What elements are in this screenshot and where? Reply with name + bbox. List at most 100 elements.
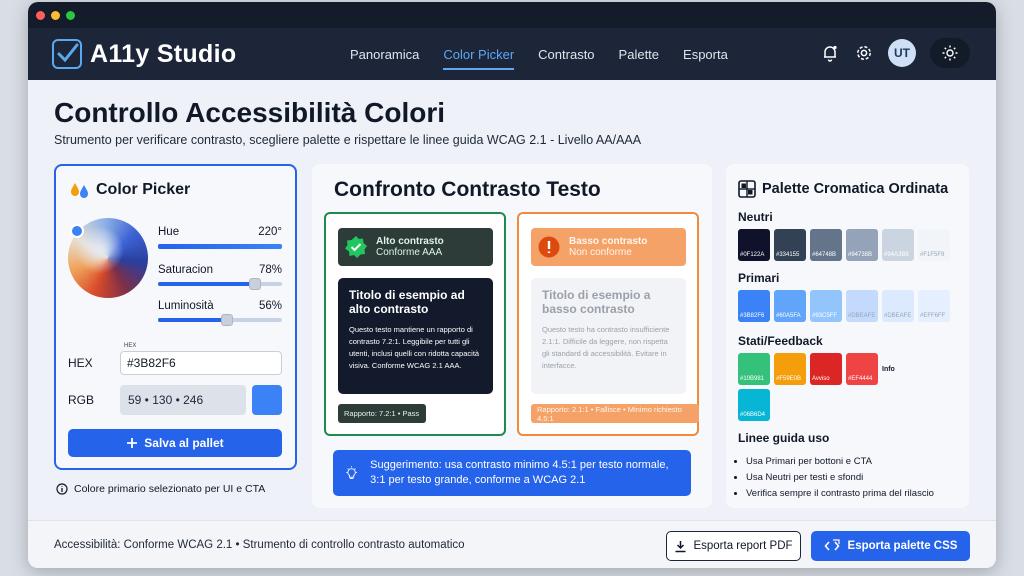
guide-item: Usa Neutri per testi e sfondi	[746, 470, 934, 486]
color-wheel-handle[interactable]	[70, 224, 84, 238]
primari-swatches: #3B82F6 #60A5FA #93C5FF #DBEAFE #DBEAFE #EFF6…	[738, 290, 950, 322]
swatch-hex-label: #64748B	[812, 252, 837, 258]
contrast-comparison-card: Confronto Contrasto Testo Alto contrasto…	[312, 164, 712, 508]
palette-card: Palette Cromatica Ordinata Neutri #0F122…	[726, 164, 969, 508]
hex-input[interactable]	[120, 351, 282, 375]
export-css-button[interactable]: Esporta palette CSS	[811, 531, 970, 561]
color-swatch[interactable]: #60A5FA	[774, 290, 806, 322]
swatch-hex-label: Avviso	[812, 376, 830, 382]
stati-swatches: #10B981 #F59E0B Avviso #EF4444 Info	[738, 353, 895, 385]
swatch-info-color[interactable]: #06B6D4	[738, 389, 770, 421]
color-swatch[interactable]: #64748B	[810, 229, 842, 261]
app-header: A11y Studio Panoramica Color Picker Cont…	[28, 28, 996, 80]
high-contrast-status-title: Alto contrasto	[376, 236, 444, 247]
high-contrast-sample-body: Questo testo mantiene un rapporto di con…	[349, 325, 480, 370]
color-swatch[interactable]: Avviso	[810, 353, 842, 385]
guides-list: Usa Primari per bottoni e CTA Usa Neutri…	[746, 454, 934, 502]
saturation-slider[interactable]: Saturacion 78%	[158, 264, 282, 290]
luminosity-label: Luminosità	[158, 300, 214, 312]
swatch-hex-label: #EF4444	[848, 376, 873, 382]
high-contrast-ratio: Rapporto: 7.2:1 • Pass	[338, 404, 426, 423]
swatch-info-hex: #06B6D4	[740, 412, 766, 418]
high-contrast-panel: Alto contrasto Conforme AAA Titolo di ese…	[324, 212, 506, 436]
saturation-track[interactable]	[158, 278, 282, 290]
saturation-label: Saturacion	[158, 264, 213, 276]
app-logo[interactable]: A11y Studio	[52, 39, 236, 69]
hue-track[interactable]	[158, 244, 282, 249]
contrast-tip: Suggerimento: usa contrasto minimo 4.5:1…	[333, 450, 691, 496]
stati-info-label: Info	[882, 365, 895, 373]
logo-check-icon	[52, 39, 82, 69]
low-contrast-sample-title: Titolo di esempio a basso contrasto	[542, 288, 651, 316]
swatch-hex-label: #93C5FF	[812, 313, 838, 319]
low-contrast-panel: Basso contrasto Non conforme Titolo di es…	[517, 212, 699, 436]
color-swatch[interactable]: #EFF6FF	[918, 290, 950, 322]
swatch-hex-label: #F59E0B	[776, 376, 802, 382]
swatch-hex-label: #60A5FA	[776, 313, 801, 319]
color-swatch[interactable]: #94738B	[846, 229, 878, 261]
color-swatch[interactable]: #F59E0B	[774, 353, 806, 385]
app-footer: Accessibilità: Conforme WCAG 2.1 • Strum…	[28, 520, 996, 568]
group-stati-label: Stati/Feedback	[738, 334, 823, 348]
page-title: Controllo Accessibilità Colori	[54, 97, 446, 128]
guide-item: Verifica sempre il contrasto prima del r…	[746, 486, 934, 502]
low-contrast-status-sub: Non conforme	[569, 247, 632, 258]
high-contrast-status-sub: Conforme AAA	[376, 247, 443, 258]
color-swatch[interactable]: #F1F5F9	[918, 229, 950, 261]
color-swatch[interactable]: #334155	[774, 229, 806, 261]
color-swatch[interactable]: #10B981	[738, 353, 770, 385]
color-swatch[interactable]: #EF4444	[846, 353, 878, 385]
theme-toggle-button[interactable]	[930, 38, 970, 68]
selected-color-swatch[interactable]	[252, 385, 282, 415]
plus-icon	[127, 438, 138, 448]
maximize-window-button[interactable]	[66, 10, 75, 20]
luminosity-slider[interactable]: Luminosità 56%	[158, 300, 282, 326]
main-nav: Panoramica Color Picker Contrasto Palett…	[350, 28, 728, 80]
user-avatar[interactable]: UT	[888, 39, 916, 67]
saturation-knob[interactable]	[248, 278, 261, 290]
notification-bell-icon[interactable]	[820, 43, 840, 63]
minimize-window-button[interactable]	[51, 10, 60, 20]
color-swatch[interactable]: #94A3B8	[882, 229, 914, 261]
color-swatch[interactable]: #DBEAFE	[882, 290, 914, 322]
save-to-palette-button[interactable]: Salva al pallet	[68, 429, 282, 457]
saturation-value: 78%	[258, 264, 282, 276]
swatch-hex-label: #F1F5F9	[920, 252, 945, 258]
swatch-hex-label: #EFF6FF	[920, 313, 946, 319]
hue-slider[interactable]: Hue 220°	[158, 226, 282, 249]
nav-panoramica[interactable]: Panoramica	[350, 43, 419, 66]
footer-status-text: Accessibilità: Conforme WCAG 2.1 • Strum…	[54, 539, 465, 551]
stati-swatch-list: #10B981 #F59E0B Avviso #EF4444	[738, 353, 878, 385]
rgb-value[interactable]: 59 • 130 • 246	[120, 385, 246, 415]
export-pdf-button[interactable]: Esporta report PDF	[666, 531, 801, 561]
luminosity-track[interactable]	[158, 314, 282, 326]
settings-gear-icon[interactable]	[854, 43, 874, 63]
nav-contrasto[interactable]: Contrasto	[538, 43, 594, 66]
color-swatch[interactable]: #93C5FF	[810, 290, 842, 322]
luminosity-knob[interactable]	[221, 314, 234, 326]
low-contrast-ratio: Rapporto: 2.1:1 • Fallisce • Minimo rich…	[531, 404, 699, 423]
badge-check-icon	[345, 236, 367, 258]
nav-color-picker[interactable]: Color Picker	[443, 43, 514, 70]
color-swatch[interactable]: #0F122A	[738, 229, 770, 261]
color-swatch[interactable]: #DBEAFE	[846, 290, 878, 322]
low-contrast-sample-body: Questo testo ha contrasto insufficiente …	[542, 325, 670, 370]
picker-info-text: Colore primario selezionato per UI e CTA	[74, 483, 266, 495]
high-contrast-sample: Titolo di esempio ad alto contrasto Ques…	[338, 278, 493, 394]
swatch-hex-label: #334155	[776, 252, 800, 258]
nav-esporta[interactable]: Esporta	[683, 43, 728, 66]
luminosity-fill	[158, 318, 228, 322]
palette-drops-icon	[71, 183, 88, 198]
app-title: A11y Studio	[90, 39, 237, 68]
header-actions: UT	[820, 38, 970, 68]
hex-caption: HEX	[124, 343, 137, 349]
nav-palette[interactable]: Palette	[619, 43, 659, 66]
palette-title: Palette Cromatica Ordinata	[738, 180, 948, 198]
color-swatch[interactable]: #3B82F6	[738, 290, 770, 322]
low-contrast-status: Basso contrasto Non conforme	[531, 228, 686, 266]
swatch-hex-label: #0F122A	[740, 252, 765, 258]
picker-info-note: Colore primario selezionato per UI e CTA	[56, 483, 265, 495]
close-window-button[interactable]	[36, 10, 45, 20]
swatch-hex-label: #DBEAFE	[884, 313, 912, 319]
hue-fill	[158, 244, 282, 249]
